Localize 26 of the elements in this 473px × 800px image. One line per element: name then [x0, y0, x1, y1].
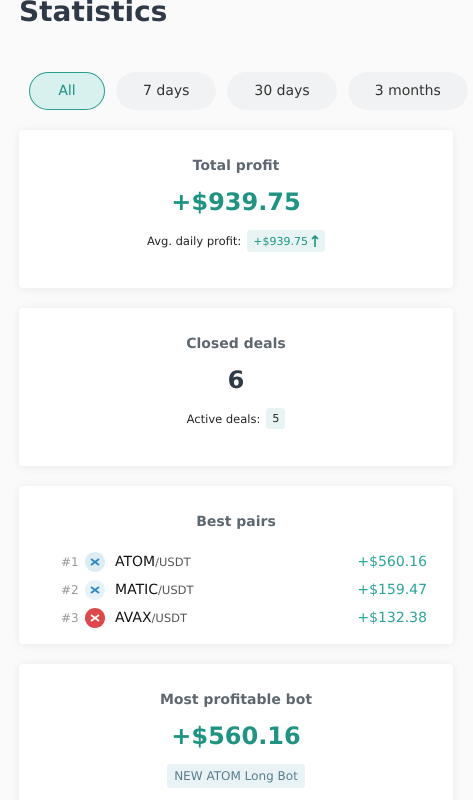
page-title: Statistics: [19, 0, 168, 30]
pair-profit: +$132.38: [357, 610, 427, 626]
pair-profit: +$560.16: [357, 554, 427, 570]
deals-value: 6: [228, 366, 244, 394]
pair-name: MATIC/USDT: [115, 582, 195, 598]
pair-name: AVAX/USDT: [115, 610, 188, 626]
card-title: Closed deals: [186, 336, 286, 352]
card-title: Total profit: [192, 158, 280, 174]
avg-profit-label: Avg. daily profit:: [147, 234, 242, 248]
card-title: Best pairs: [196, 514, 276, 530]
pair-profit: +$159.47: [357, 582, 427, 598]
profit-value: +$939.75: [171, 188, 301, 216]
pair-rank: #2: [61, 583, 80, 597]
active-deals-label: Active deals:: [186, 412, 260, 426]
bot-name: NEW ATOM Long Bot: [167, 764, 305, 788]
pair-name: ATOM/USDT: [115, 554, 192, 570]
up-arrow-icon: [310, 234, 319, 248]
pair-rank: #1: [61, 555, 80, 569]
period-tab[interactable]: 30 days: [227, 72, 337, 110]
avg-profit-value: +$939.75: [247, 230, 325, 252]
pair-rank: #3: [61, 611, 80, 625]
period-tab[interactable]: 3 months: [348, 72, 468, 110]
active-deals-value: 5: [266, 408, 286, 429]
period-tab[interactable]: 7 days: [116, 72, 216, 110]
bot-profit-value: +$560.16: [171, 722, 301, 750]
card-title: Most profitable bot: [160, 692, 312, 708]
